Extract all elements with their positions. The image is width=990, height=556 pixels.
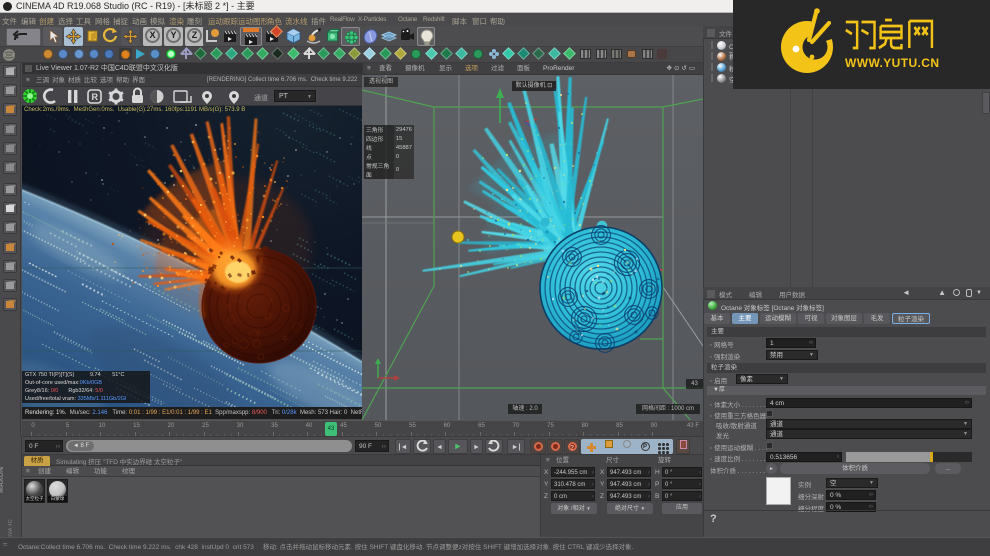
svg-text:R: R bbox=[92, 92, 99, 102]
svg-text:WWW.YUTU.CN: WWW.YUTU.CN bbox=[845, 56, 939, 70]
svg-text:通道: 通道 bbox=[254, 93, 268, 102]
